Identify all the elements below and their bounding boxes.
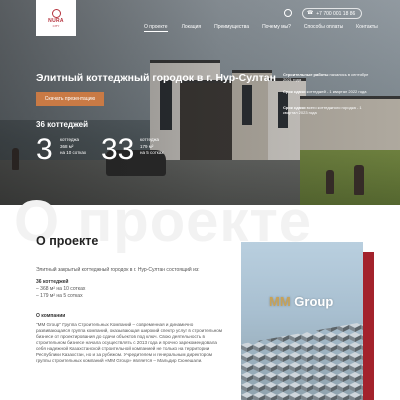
info-start: Строительные работы начались в сентябре … <box>283 72 373 82</box>
mm-group-logo: MM Group <box>269 294 333 309</box>
phone-button[interactable]: ☎ +7 700 001 18 86 <box>302 8 362 19</box>
logo-subtext: CITY <box>52 23 60 28</box>
group-2-description: коттеджа 179 м² на 5 сотках <box>140 137 164 157</box>
cottage-type-line: – 179 м² на 5 сотках <box>36 293 83 299</box>
hero-title: Элитный коттеджный городок в г. Нур-Султ… <box>36 72 276 84</box>
whatsapp-icon[interactable] <box>284 9 292 17</box>
nav-location[interactable]: Локация <box>182 24 202 32</box>
mm-logo-mark: MM <box>269 294 291 309</box>
nav-about[interactable]: О проекте <box>144 24 168 32</box>
download-presentation-button[interactable]: Скачать презентацию <box>36 92 104 106</box>
logo[interactable]: NURA CITY <box>36 0 76 36</box>
company-title: О компании <box>36 313 66 319</box>
company-image: MM Group <box>241 242 363 400</box>
info-cottage-deadline: Срок сдачи коттеджей - 1 квартал 2022 го… <box>283 89 373 94</box>
mm-logo-text: Group <box>290 294 334 309</box>
big-number-3: 3 <box>36 133 53 166</box>
info-cottage-deadline-bold: Срок сдачи <box>283 89 306 94</box>
cottage-type-line: – 368 м² на 10 сотках <box>36 286 86 292</box>
main-nav: О проекте Локация Преимущества Почему мы… <box>144 24 378 32</box>
nav-why-us[interactable]: Почему мы? <box>262 24 291 32</box>
nav-contacts[interactable]: Контакты <box>356 24 378 32</box>
phone-icon: ☎ <box>307 10 314 16</box>
cottages-count-label: 36 коттеджей <box>36 279 69 285</box>
group-1-line: на 10 сотках <box>60 150 87 156</box>
nav-payment[interactable]: Способы оплаты <box>304 24 343 32</box>
nav-advantages[interactable]: Преимущества <box>214 24 249 32</box>
logo-mark-icon <box>51 8 61 18</box>
cottages-count-title: 36 коттеджей <box>36 120 89 129</box>
group-1-description: коттеджа 368 м² на 10 сотках <box>60 137 86 157</box>
about-title: О проекте <box>36 234 99 248</box>
company-description: "MM Group" Группа Строительных Компаний … <box>36 322 222 364</box>
about-intro: Элитный закрытый коттеджный городок в г.… <box>36 267 200 273</box>
info-town-deadline: Срок сдачи всего коттеджного городка - 1… <box>283 105 373 115</box>
cube-pattern-illustration <box>241 322 363 400</box>
group-2-line: на 5 сотках <box>140 150 164 156</box>
info-cottage-deadline-text: коттеджей - 1 квартал 2022 года <box>305 89 367 94</box>
big-number-33: 33 <box>101 133 135 166</box>
phone-number: +7 700 001 18 86 <box>316 10 356 17</box>
site-header: NURA CITY О проекте Локация Преимущества… <box>0 0 400 36</box>
logo-text: NURA <box>48 17 64 24</box>
